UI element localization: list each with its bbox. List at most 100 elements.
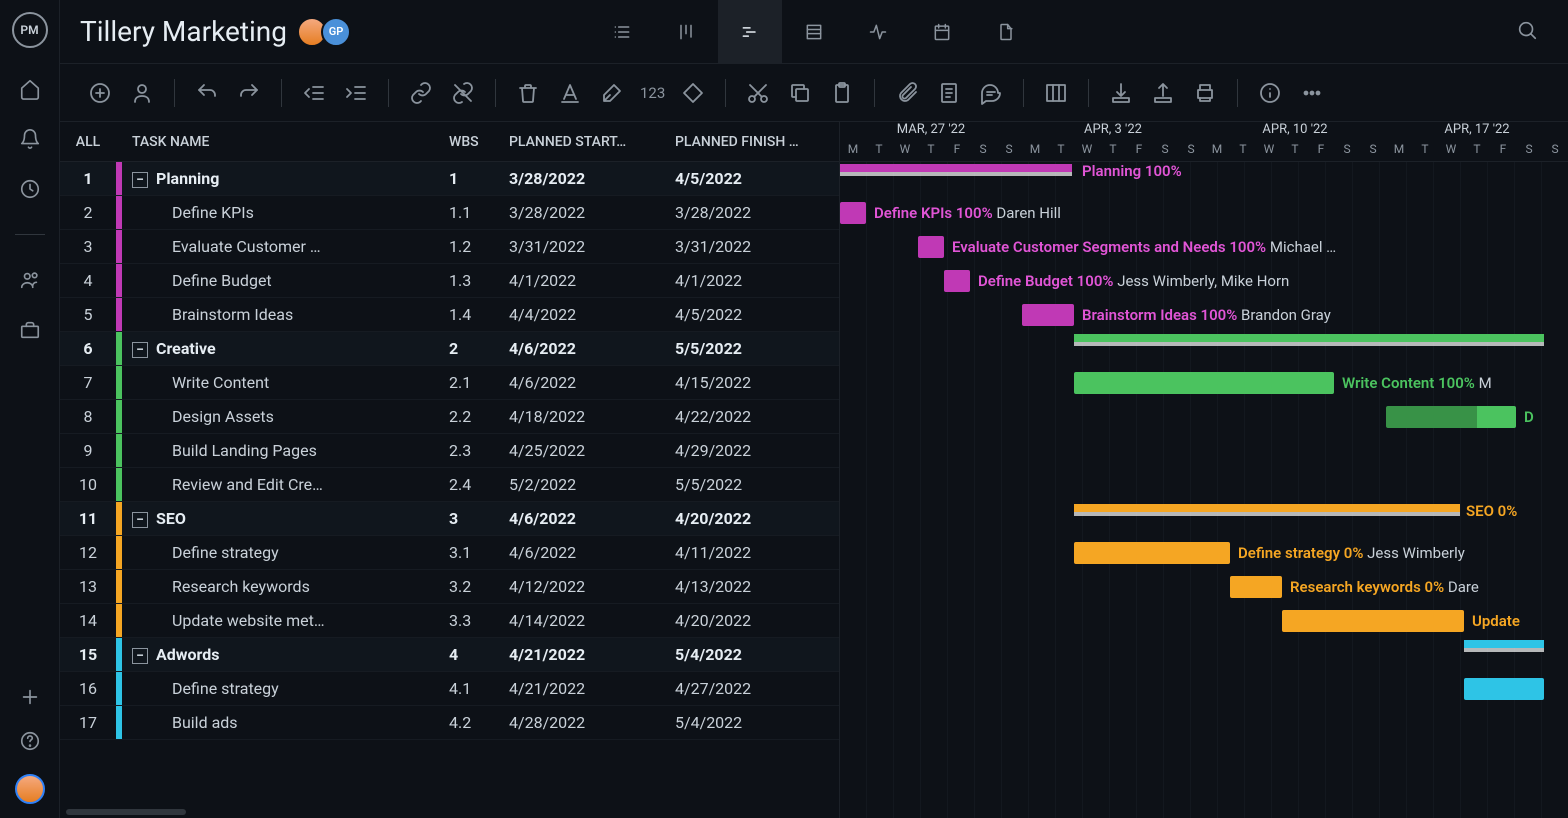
gantt-row[interactable] (840, 638, 1568, 672)
task-row[interactable]: 5Brainstorm Ideas1.44/4/20224/5/2022 (60, 298, 839, 332)
gantt-row[interactable]: Update (840, 604, 1568, 638)
task-name[interactable]: Evaluate Customer … (122, 237, 443, 256)
member-avatars[interactable]: GP (303, 17, 351, 47)
task-row[interactable]: 10Review and Edit Cre…2.45/2/20225/5/202… (60, 468, 839, 502)
indent-icon[interactable] (344, 81, 368, 105)
list-view-icon[interactable] (590, 0, 654, 64)
task-name[interactable]: Build Landing Pages (122, 441, 443, 460)
delete-icon[interactable] (516, 81, 540, 105)
gantt-view-icon[interactable] (718, 0, 782, 64)
task-row[interactable]: 15−Adwords44/21/20225/4/2022 (60, 638, 839, 672)
comment-icon[interactable] (979, 81, 1003, 105)
gantt-row[interactable]: Evaluate Customer Segments and Needs 100… (840, 230, 1568, 264)
paste-icon[interactable] (830, 81, 854, 105)
task-row[interactable]: 1−Planning13/28/20224/5/2022 (60, 162, 839, 196)
col-wbs[interactable]: WBS (443, 134, 503, 150)
task-bar[interactable] (1282, 610, 1464, 632)
gantt-row[interactable] (840, 468, 1568, 502)
file-view-icon[interactable] (974, 0, 1038, 64)
briefcase-icon[interactable] (19, 319, 41, 341)
task-name[interactable]: Brainstorm Ideas (122, 305, 443, 324)
cut-icon[interactable] (746, 81, 770, 105)
gantt-row[interactable]: Define Budget 100% Jess Wimberly, Mike H… (840, 264, 1568, 298)
gantt-row[interactable]: Research keywords 0% Dare (840, 570, 1568, 604)
print-icon[interactable] (1193, 81, 1217, 105)
board-view-icon[interactable] (654, 0, 718, 64)
summary-bar[interactable] (1464, 640, 1544, 648)
import-icon[interactable] (1109, 81, 1133, 105)
collapse-icon[interactable]: − (132, 648, 148, 664)
gantt-row[interactable]: Brainstorm Ideas 100% Brandon Gray (840, 298, 1568, 332)
add-icon[interactable] (19, 686, 41, 708)
task-row[interactable]: 17Build ads4.24/28/20225/4/2022 (60, 706, 839, 740)
task-row[interactable]: 11−SEO34/6/20224/20/2022 (60, 502, 839, 536)
link-icon[interactable] (409, 81, 433, 105)
task-row[interactable]: 14Update website met…3.34/14/20224/20/20… (60, 604, 839, 638)
task-name[interactable]: Research keywords (122, 577, 443, 596)
add-task-icon[interactable] (88, 81, 112, 105)
task-bar[interactable] (1464, 678, 1544, 700)
gantt-row[interactable]: Define strategy 0% Jess Wimberly (840, 536, 1568, 570)
milestone-icon[interactable] (681, 81, 705, 105)
task-bar[interactable] (918, 236, 944, 258)
gantt-row[interactable]: SEO 0% (840, 502, 1568, 536)
gantt-row[interactable] (840, 672, 1568, 706)
sheet-view-icon[interactable] (782, 0, 846, 64)
task-bar[interactable] (1074, 542, 1230, 564)
task-bar[interactable] (944, 270, 970, 292)
gantt-row[interactable] (840, 706, 1568, 740)
export-icon[interactable] (1151, 81, 1175, 105)
task-name[interactable]: −Planning (122, 169, 443, 188)
task-name[interactable]: Define Budget (122, 271, 443, 290)
columns-icon[interactable] (1044, 81, 1068, 105)
summary-bar[interactable] (1074, 504, 1460, 512)
task-name[interactable]: Define strategy (122, 679, 443, 698)
col-name[interactable]: TASK NAME (122, 134, 443, 150)
task-bar[interactable] (1230, 576, 1282, 598)
attachment-icon[interactable] (895, 81, 919, 105)
redo-icon[interactable] (237, 81, 261, 105)
task-row[interactable]: 4Define Budget1.34/1/20224/1/2022 (60, 264, 839, 298)
app-logo[interactable]: PM (12, 12, 48, 48)
collapse-icon[interactable]: − (132, 172, 148, 188)
gantt-row[interactable] (840, 332, 1568, 366)
task-row[interactable]: 8Design Assets2.24/18/20224/22/2022 (60, 400, 839, 434)
task-row[interactable]: 3Evaluate Customer …1.23/31/20223/31/202… (60, 230, 839, 264)
user-avatar[interactable] (15, 774, 45, 804)
task-name[interactable]: −Adwords (122, 645, 443, 664)
info-icon[interactable] (1258, 81, 1282, 105)
clear-format-icon[interactable] (600, 81, 624, 105)
task-name[interactable]: Build ads (122, 713, 443, 732)
member-avatar[interactable]: GP (321, 17, 351, 47)
task-name[interactable]: Define strategy (122, 543, 443, 562)
gantt-row[interactable] (840, 434, 1568, 468)
gantt-row[interactable]: D (840, 400, 1568, 434)
assign-icon[interactable] (130, 81, 154, 105)
task-bar[interactable] (840, 202, 866, 224)
task-row[interactable]: 12Define strategy3.14/6/20224/11/2022 (60, 536, 839, 570)
task-bar[interactable] (1022, 304, 1074, 326)
numbering-label[interactable]: 123 (640, 84, 665, 102)
home-icon[interactable] (19, 78, 41, 100)
task-row[interactable]: 13Research keywords3.24/12/20224/13/2022 (60, 570, 839, 604)
bell-icon[interactable] (19, 128, 41, 150)
copy-icon[interactable] (788, 81, 812, 105)
team-icon[interactable] (19, 269, 41, 291)
calendar-view-icon[interactable] (910, 0, 974, 64)
collapse-icon[interactable]: − (132, 512, 148, 528)
task-name[interactable]: −SEO (122, 509, 443, 528)
task-row[interactable]: 16Define strategy4.14/21/20224/27/2022 (60, 672, 839, 706)
col-start[interactable]: PLANNED START… (503, 134, 669, 150)
task-bar[interactable] (1386, 406, 1516, 428)
help-icon[interactable] (19, 730, 41, 752)
task-name[interactable]: Design Assets (122, 407, 443, 426)
activity-view-icon[interactable] (846, 0, 910, 64)
outdent-icon[interactable] (302, 81, 326, 105)
summary-bar[interactable] (840, 164, 1072, 172)
task-name[interactable]: Update website met… (122, 611, 443, 630)
text-style-icon[interactable] (558, 81, 582, 105)
gantt-row[interactable]: Define KPIs 100% Daren Hill (840, 196, 1568, 230)
summary-bar[interactable] (1074, 334, 1544, 342)
col-all[interactable]: ALL (60, 134, 116, 150)
task-row[interactable]: 6−Creative24/6/20225/5/2022 (60, 332, 839, 366)
